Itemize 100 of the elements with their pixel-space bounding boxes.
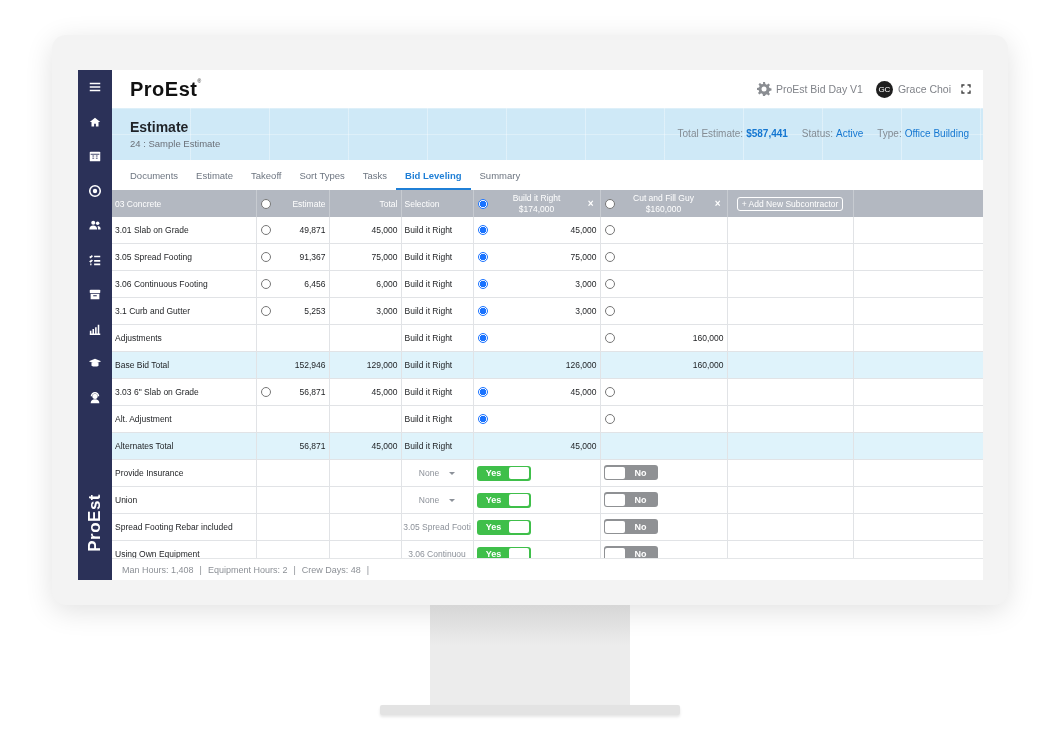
radio-button[interactable] (604, 333, 615, 343)
radio-button[interactable] (260, 279, 271, 289)
row-name: Adjustments (115, 333, 162, 343)
tab[interactable]: Documents (121, 160, 188, 190)
row-name: Alt. Adjustment (115, 414, 172, 424)
row-name: 3.06 Continuous Footing (115, 279, 208, 289)
row-name: Union (115, 495, 138, 505)
status-item: Man Hours: 1,408 (122, 564, 194, 575)
table-cell: 56,871 (299, 441, 326, 451)
dropdown-field[interactable]: None (404, 495, 470, 505)
table-cell: Build it Right (404, 225, 453, 235)
radio-button[interactable] (260, 306, 271, 316)
table-cell: 75,000 (570, 252, 597, 262)
toggle-switch[interactable]: Yes (476, 465, 531, 481)
table-cell: Build it Right (404, 360, 453, 370)
row-name: 3.03 6" Slab on Grade (115, 387, 199, 397)
toggle-switch[interactable]: No (603, 519, 658, 535)
table-cell: 160,000 (692, 333, 724, 343)
table-cell: Build it Right (404, 441, 453, 451)
radio-button[interactable] (477, 279, 488, 289)
row-name: 3.1 Curb and Gutter (115, 306, 191, 316)
radio-button[interactable] (260, 225, 271, 235)
column-label: Estimate (292, 198, 326, 209)
table-cell: 45,000 (371, 225, 398, 235)
add-subcontractor-button[interactable]: + Add New Subcontractor (736, 196, 844, 211)
users-icon[interactable] (88, 218, 102, 232)
radio-button[interactable] (260, 252, 271, 262)
table-cell: 45,000 (570, 387, 597, 397)
radio-button[interactable] (477, 387, 488, 397)
tab[interactable]: Takeoff (242, 160, 291, 190)
radio-button[interactable] (477, 414, 488, 424)
table-cell: 3,000 (575, 306, 597, 316)
column-header: Selection (401, 190, 473, 217)
row-name: Provide Insurance (115, 468, 184, 478)
graduation-cap-icon[interactable] (88, 356, 102, 370)
radio-button[interactable] (477, 225, 488, 235)
toggle-switch[interactable]: No (603, 546, 658, 558)
row-name: Spread Footing Rebar included (115, 522, 233, 532)
dropdown-field[interactable]: 3.05 Spread Footi (404, 522, 470, 532)
toggle-switch[interactable]: No (603, 492, 658, 508)
radio-button[interactable] (604, 225, 615, 235)
tab[interactable]: Sort Types (290, 160, 354, 190)
radio-button[interactable] (604, 252, 615, 262)
separator: | (293, 564, 296, 575)
separator: | (199, 564, 202, 575)
estimate-subtitle: 24 : Sample Estimate (130, 138, 221, 149)
target-icon[interactable] (88, 183, 102, 198)
toggle-switch[interactable]: No (603, 465, 658, 481)
user-name[interactable]: Grace Choi (897, 83, 951, 95)
user-avatar[interactable]: GC (875, 80, 893, 98)
toggle-switch[interactable]: Yes (476, 492, 531, 508)
settings-icon[interactable] (755, 81, 772, 97)
fullscreen-icon[interactable] (961, 84, 971, 94)
radio-button[interactable] (260, 198, 271, 209)
radio-button[interactable] (477, 306, 488, 316)
caret-icon (449, 471, 456, 475)
radio-button[interactable] (604, 387, 615, 397)
toggle-switch[interactable]: Yes (476, 519, 531, 535)
tab[interactable]: Summary (470, 160, 530, 190)
subcontractor-name: Cut and Fill Guy (633, 192, 694, 204)
checklist-icon[interactable] (88, 252, 102, 267)
dropdown-field[interactable]: None (404, 468, 470, 478)
table-cell: 91,367 (299, 252, 326, 262)
table-cell: 56,871 (299, 387, 326, 397)
tab[interactable]: Estimate (187, 160, 243, 190)
radio-button[interactable] (604, 414, 615, 424)
radio-button[interactable] (604, 306, 615, 316)
column-header: 03 Concrete (112, 190, 256, 217)
menu-icon[interactable] (88, 80, 102, 94)
column-header: Total (329, 190, 401, 217)
radio-button[interactable] (477, 252, 488, 262)
remove-button[interactable]: × (587, 198, 594, 209)
table-cell: Build it Right (404, 252, 453, 262)
tab[interactable]: Tasks (353, 160, 397, 190)
workspace-name[interactable]: ProEst Bid Day V1 (775, 83, 863, 95)
dropdown-field[interactable]: 3.06 Continuou (404, 549, 470, 558)
toggle-switch[interactable]: Yes (476, 546, 531, 558)
row-name: Alternates Total (115, 441, 174, 451)
side-logo: ProEst (85, 494, 105, 552)
fact-value: Active (836, 127, 864, 139)
archive-icon[interactable] (88, 287, 102, 301)
table-cell: 6,000 (376, 279, 398, 289)
radio-button[interactable] (477, 198, 488, 209)
table-cell: Build it Right (404, 414, 453, 424)
caret-icon (449, 498, 456, 502)
remove-button[interactable]: × (714, 198, 721, 209)
table-cell: 49,871 (299, 225, 326, 235)
radio-button[interactable] (604, 198, 615, 209)
radio-button[interactable] (260, 387, 271, 397)
radio-button[interactable] (604, 279, 615, 289)
support-person-icon[interactable] (88, 390, 102, 405)
row-name: Base Bid Total (115, 360, 170, 370)
table-cell: 45,000 (371, 441, 398, 451)
fact-label: Total Estimate: (677, 127, 744, 139)
table-cell: 3,000 (575, 279, 597, 289)
table-cell: Build it Right (404, 279, 453, 289)
calendar-icon[interactable] (88, 149, 102, 163)
table-cell: Build it Right (404, 306, 453, 316)
bid-amount: $174,000 (518, 203, 555, 215)
radio-button[interactable] (477, 333, 488, 343)
